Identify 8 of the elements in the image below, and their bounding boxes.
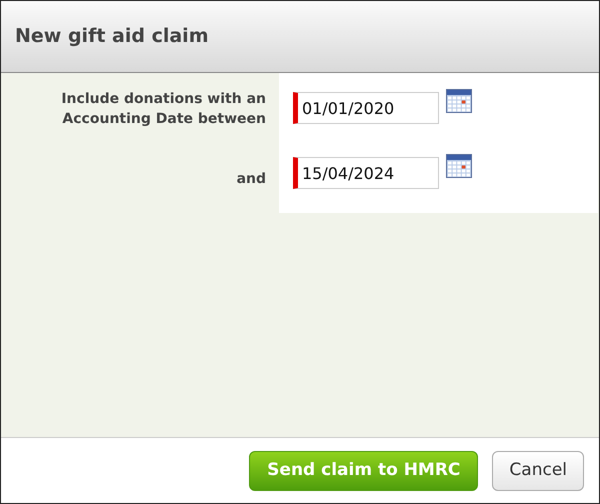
dialog-title: New gift aid claim: [15, 24, 208, 50]
field-label: and: [236, 170, 266, 189]
cancel-button[interactable]: Cancel: [492, 450, 584, 490]
calendar-icon[interactable]: [446, 154, 472, 178]
calendar-icon[interactable]: [446, 89, 472, 113]
field-label: Include donations with an Accounting Date between: [60, 90, 266, 129]
date-field[interactable]: 15/04/2024: [293, 157, 439, 189]
date-field[interactable]: 01/01/2020: [293, 92, 439, 124]
